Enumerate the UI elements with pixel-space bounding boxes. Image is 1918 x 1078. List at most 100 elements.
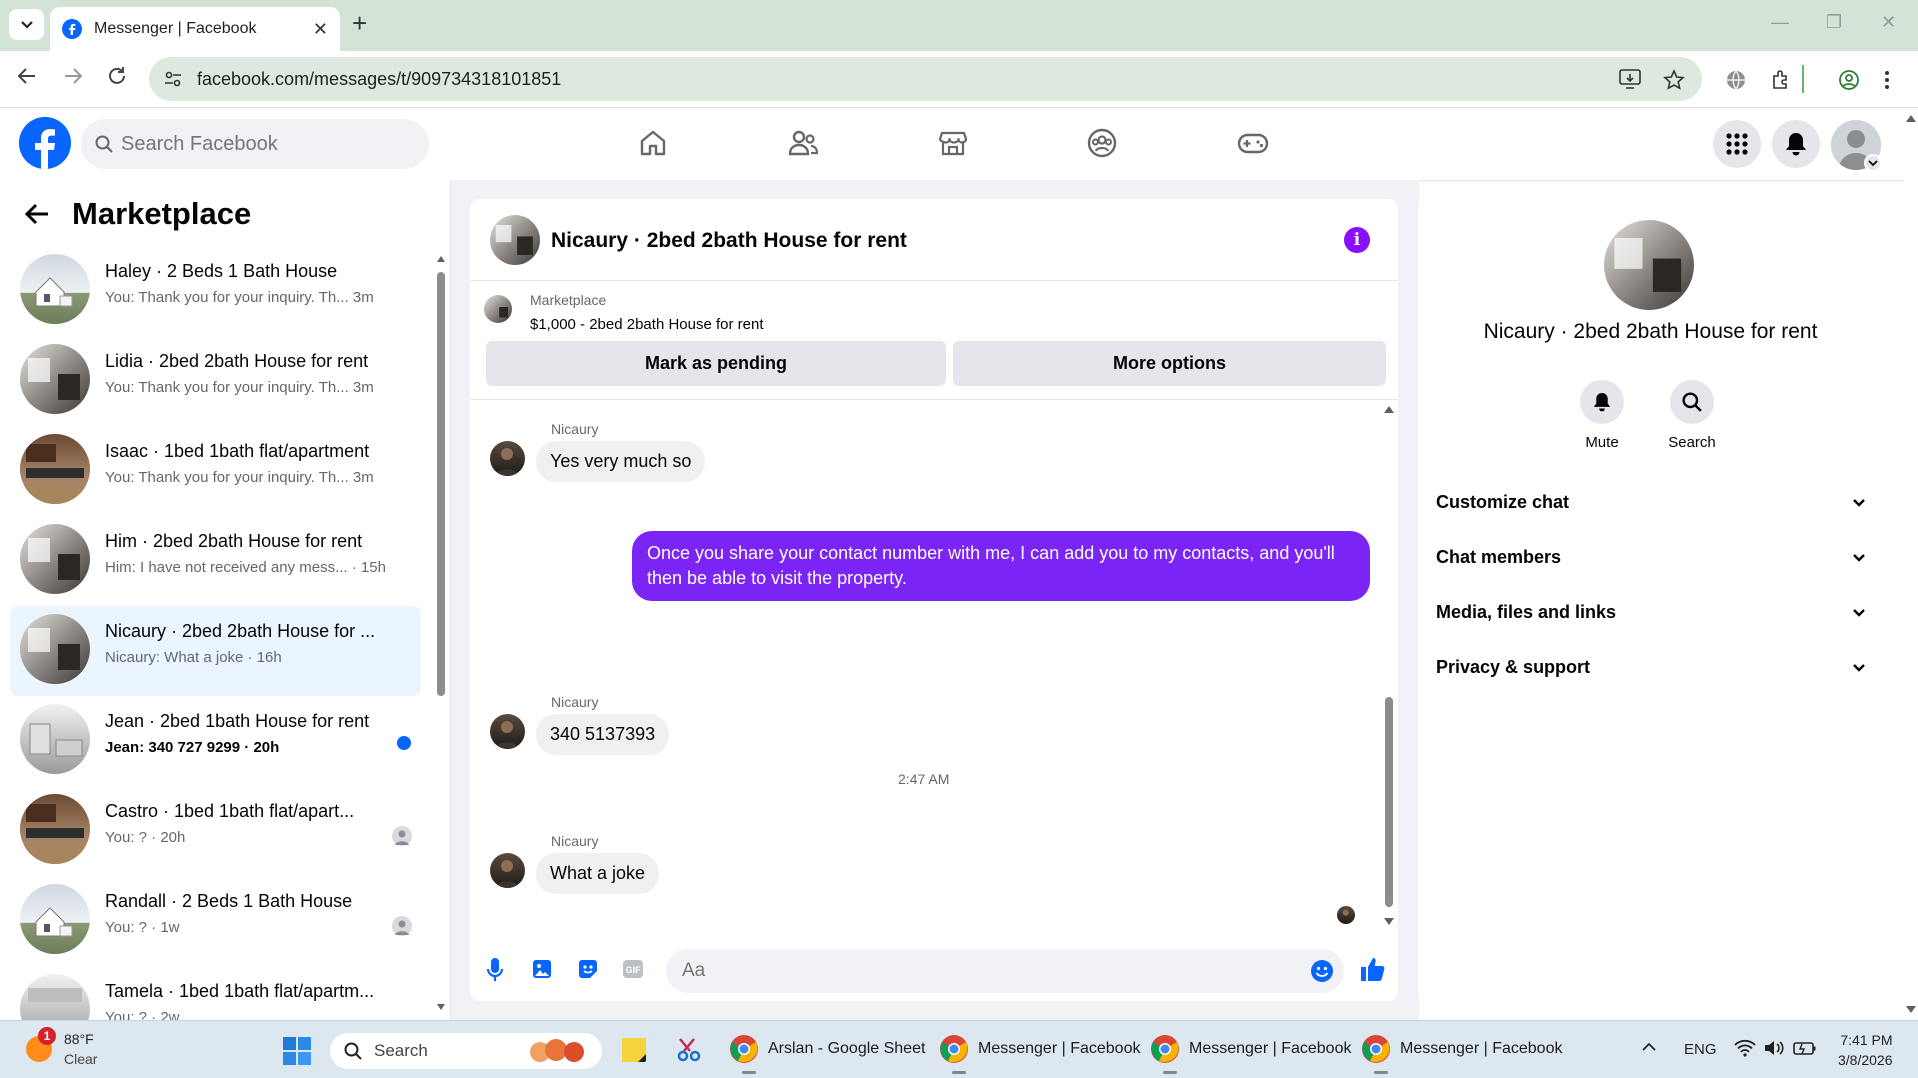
more-vert-icon[interactable]	[1884, 69, 1890, 96]
close-tab-icon[interactable]: ✕	[313, 19, 328, 40]
globe-extension-icon[interactable]	[1725, 69, 1747, 96]
tab-search-button[interactable]	[9, 9, 44, 40]
microphone-icon[interactable]	[486, 957, 504, 988]
running-indicator	[1163, 1071, 1177, 1074]
conversation-list-scrollbar[interactable]	[436, 250, 446, 1018]
message-thread-scrollbar[interactable]	[1382, 401, 1396, 931]
incoming-message[interactable]: What a joke	[536, 853, 660, 894]
listing-price-title[interactable]: $1,000 - 2bed 2bath House for rent	[530, 316, 764, 333]
outgoing-message[interactable]: Once you share your contact number with …	[632, 531, 1370, 601]
back-arrow-icon[interactable]	[24, 202, 50, 226]
weather-temp: 88°F	[64, 1031, 94, 1047]
sticky-notes-icon[interactable]	[621, 1037, 647, 1068]
windows-start-icon[interactable]	[283, 1037, 311, 1070]
conversation-name: Nicaury · 2bed 2bath House for ...	[105, 621, 376, 641]
forward-arrow-icon[interactable]	[62, 65, 84, 93]
conversation-preview: Jean: 340 727 9299 · 20h	[105, 739, 280, 756]
conversation-item[interactable]: Randall · 2 Beds 1 Bath House You: ? · 1…	[10, 876, 421, 954]
new-tab-button[interactable]: +	[352, 10, 367, 36]
language-indicator[interactable]: ENG	[1684, 1041, 1717, 1058]
tray-chevron-up-icon[interactable]	[1641, 1039, 1657, 1056]
wifi-icon[interactable]	[1734, 1039, 1756, 1061]
menu-grid-button[interactable]	[1713, 120, 1761, 168]
profile-icon[interactable]	[1838, 69, 1860, 96]
url-text[interactable]: facebook.com/messages/t/909734318101851	[197, 69, 561, 90]
minimize-icon[interactable]: —	[1771, 12, 1789, 33]
site-info-icon[interactable]	[163, 69, 183, 89]
page-scrollbar[interactable]	[1904, 108, 1918, 1020]
sticker-icon[interactable]	[576, 957, 600, 986]
facebook-search-input[interactable]	[121, 132, 401, 156]
battery-icon[interactable]	[1793, 1039, 1817, 1061]
groups-icon[interactable]	[1087, 128, 1117, 163]
running-indicator	[952, 1071, 966, 1074]
gaming-icon[interactable]	[1237, 128, 1269, 163]
taskbar-app-google-sheets[interactable]: Arslan - Google Sheet	[728, 1029, 926, 1074]
conversation-item[interactable]: Tamela · 1bed 1bath flat/apartm... You: …	[10, 966, 421, 1020]
taskbar-app-label: Arslan - Google Sheet	[768, 1040, 926, 1057]
listing-thumbnail	[20, 434, 90, 504]
close-window-icon[interactable]: ✕	[1881, 12, 1896, 33]
panel-header: Marketplace	[24, 196, 251, 232]
conversation-item[interactable]: Jean · 2bed 1bath House for rent Jean: 3…	[10, 696, 421, 774]
taskbar-app-messenger-3[interactable]: Messenger | Facebook	[1360, 1029, 1562, 1074]
photo-icon[interactable]	[530, 957, 554, 986]
conversation-avatar[interactable]	[1604, 220, 1694, 310]
conversation-item[interactable]: Castro · 1bed 1bath flat/apart... You: ?…	[10, 786, 421, 864]
notifications-button[interactable]	[1772, 120, 1820, 168]
mute-button[interactable]: Mute	[1557, 380, 1647, 451]
conversation-item[interactable]: Isaac · 1bed 1bath flat/apartment You: T…	[10, 426, 421, 504]
conversation-name: Lidia · 2bed 2bath House for rent	[105, 351, 369, 371]
thumbs-up-icon[interactable]	[1358, 955, 1386, 988]
account-chevron-icon[interactable]	[1864, 154, 1882, 172]
facebook-logo-icon[interactable]	[19, 117, 71, 169]
running-indicator	[1374, 1071, 1388, 1074]
customize-chat-section[interactable]: Customize chat	[1436, 482, 1866, 522]
sender-avatar[interactable]	[490, 441, 525, 476]
more-options-button[interactable]: More options	[953, 341, 1386, 386]
snipping-tool-icon[interactable]	[676, 1035, 706, 1070]
sender-avatar[interactable]	[490, 853, 525, 888]
conversation-item[interactable]: Haley · 2 Beds 1 Bath House You: Thank y…	[10, 246, 421, 324]
chat-members-section[interactable]: Chat members	[1436, 537, 1866, 577]
chat-title[interactable]: Nicaury · 2bed 2bath House for rent	[551, 229, 907, 253]
reload-icon[interactable]	[106, 65, 128, 93]
incoming-message[interactable]: 340 5137393	[536, 714, 670, 755]
weather-condition: Clear	[64, 1051, 98, 1067]
home-icon[interactable]	[638, 128, 668, 163]
restore-icon[interactable]: ❐	[1826, 12, 1842, 33]
bell-icon	[1786, 133, 1806, 156]
extensions-puzzle-icon[interactable]	[1770, 69, 1792, 96]
conversation-item[interactable]: Lidia · 2bed 2bath House for rent You: T…	[10, 336, 421, 414]
system-clock[interactable]: 7:41 PM 3/8/2026	[1838, 1030, 1893, 1070]
search-in-conversation-button[interactable]: Search	[1647, 380, 1737, 451]
mark-as-pending-button[interactable]: Mark as pending	[486, 341, 946, 386]
taskbar-app-messenger-2[interactable]: Messenger | Facebook	[1149, 1029, 1351, 1074]
address-bar[interactable]: facebook.com/messages/t/909734318101851	[149, 57, 1702, 101]
chevron-down-icon	[1853, 608, 1865, 617]
taskbar-search[interactable]: Search	[330, 1033, 602, 1069]
facebook-search[interactable]	[81, 119, 429, 169]
install-app-icon[interactable]	[1619, 69, 1641, 94]
privacy-support-section[interactable]: Privacy & support	[1436, 647, 1866, 687]
bookmark-star-icon[interactable]	[1663, 69, 1685, 96]
info-icon[interactable]: i	[1344, 227, 1370, 253]
browser-tab-messenger[interactable]: Messenger | Facebook ✕	[50, 7, 340, 51]
friends-icon[interactable]	[787, 128, 819, 163]
marketplace-icon[interactable]	[938, 128, 968, 163]
sender-avatar[interactable]	[490, 714, 525, 749]
clock-date: 3/8/2026	[1838, 1052, 1893, 1068]
conversation-item[interactable]: Him · 2bed 2bath House for rent Him: I h…	[10, 516, 421, 594]
taskbar-app-messenger-1[interactable]: Messenger | Facebook	[938, 1029, 1140, 1074]
volume-icon[interactable]	[1763, 1039, 1785, 1061]
back-arrow-icon[interactable]	[16, 65, 38, 93]
chat-avatar[interactable]	[490, 215, 540, 265]
message-input-box[interactable]	[666, 949, 1344, 993]
emoji-icon[interactable]	[1310, 959, 1334, 983]
incoming-message[interactable]: Yes very much so	[536, 441, 706, 482]
message-input[interactable]	[682, 960, 1282, 982]
conversation-item-active[interactable]: Nicaury · 2bed 2bath House for ... Nicau…	[10, 606, 421, 696]
gif-icon[interactable]: GIF	[621, 957, 645, 986]
media-files-links-section[interactable]: Media, files and links	[1436, 592, 1866, 632]
listing-thumbnail[interactable]	[484, 295, 512, 323]
